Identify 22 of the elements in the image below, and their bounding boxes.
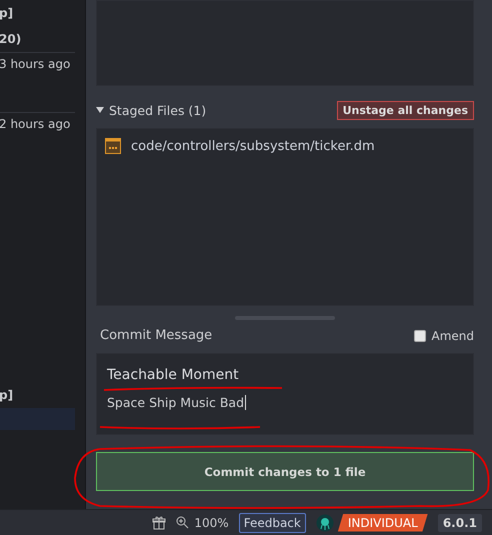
feedback-button[interactable]: Feedback [238, 512, 306, 532]
unstage-button[interactable]: Unstage all changes [336, 100, 474, 120]
commit-title: p] [0, 6, 14, 20]
file-path[interactable]: code/controllers/subsystem/ticker.dm [131, 138, 375, 154]
commit-button[interactable]: Commit changes to 1 file [96, 452, 474, 491]
commit-message-label: Commit Message [100, 328, 212, 343]
version-label: 6.0.1 [438, 514, 482, 532]
zoom-level[interactable]: 100% [176, 516, 229, 530]
commit-time: 3 hours ago [0, 57, 70, 71]
commit-time: 2 hours ago [0, 117, 70, 131]
license-badge: INDIVIDUAL [338, 514, 428, 532]
amend-label: Amend [431, 328, 474, 342]
zoom-icon [176, 516, 190, 529]
octopus-icon[interactable] [316, 514, 334, 532]
section-title: Staged Files (1) [109, 102, 206, 118]
commit-title: p] [0, 388, 14, 402]
amend-checkbox[interactable] [414, 330, 426, 342]
gift-icon[interactable] [152, 516, 166, 530]
commit-title: 20) [0, 32, 22, 46]
file-icon [105, 138, 121, 154]
commit-message-field[interactable]: Teachable Moment Space Ship Music Bad [96, 353, 474, 435]
caret-icon[interactable] [96, 107, 104, 113]
